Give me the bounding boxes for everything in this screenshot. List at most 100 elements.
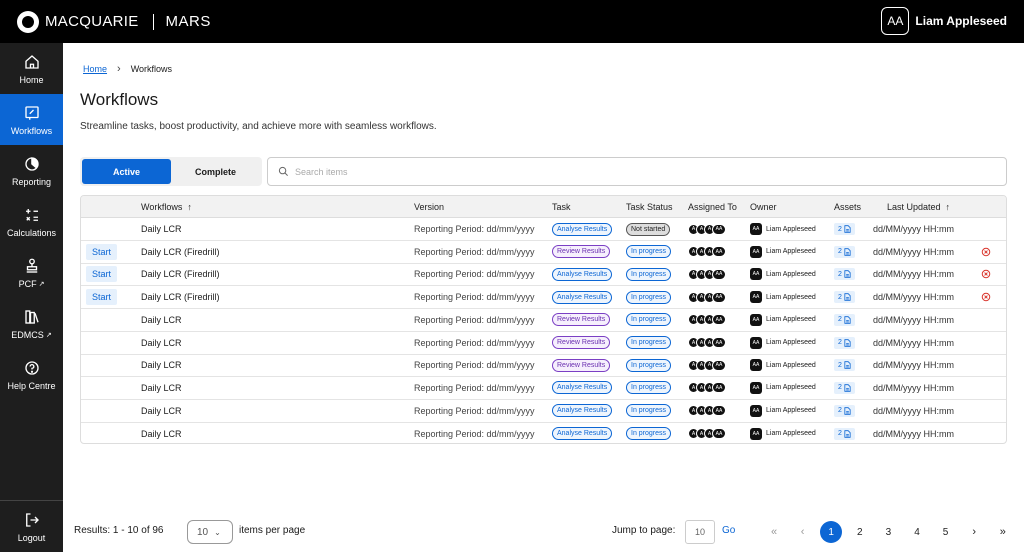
owner-cell: AA Liam Appleseed	[750, 354, 816, 376]
main-content: Home › Workflows Workflows Streamline ta…	[63, 43, 1024, 552]
assigned-to: A A A AA	[688, 332, 726, 354]
assignee-avatar: AA	[712, 246, 726, 258]
sidebar-item-pcf[interactable]: PCF ↗	[0, 247, 63, 298]
sidebar-item-home[interactable]: Home	[0, 43, 63, 94]
assignee-avatars: A A A AA	[688, 337, 726, 348]
items-per-page-select[interactable]: 10 ⌄	[187, 520, 233, 544]
task-cell: Review Results	[552, 309, 611, 331]
assets-cell: 2	[834, 422, 855, 443]
assignee-avatars: A A A AA	[688, 428, 726, 440]
next-page-icon[interactable]: ›	[963, 521, 985, 543]
table-row[interactable]: Daily LCR Reporting Period: dd/mm/yyyy A…	[81, 400, 1006, 423]
assets-link[interactable]: 2	[834, 268, 855, 281]
owner-name: Liam Appleseed	[766, 316, 816, 324]
table-row[interactable]: Start Daily LCR (Firedrill) Reporting Pe…	[81, 286, 1006, 310]
task-badge: Review Results	[552, 313, 611, 327]
table-row[interactable]: Start Daily LCR (Firedrill) Reporting Pe…	[81, 241, 1006, 264]
cancel-icon[interactable]	[981, 247, 991, 257]
owner-cell: AA Liam Appleseed	[750, 332, 816, 354]
table-row[interactable]: Start Daily LCR (Firedrill) Reporting Pe…	[81, 263, 1006, 287]
sort-up-icon: ↑	[945, 201, 951, 212]
last-updated: dd/MM/yyyy HH:mm	[873, 337, 954, 348]
jump-to-page-input[interactable]: 10	[685, 520, 715, 544]
owner-avatar: AA	[750, 223, 762, 235]
owner-cell: AA Liam Appleseed	[750, 286, 816, 308]
logout-button[interactable]: Logout	[0, 500, 63, 552]
start-button[interactable]: Start	[86, 266, 118, 283]
workflow-name: Daily LCR	[141, 405, 182, 416]
table-row[interactable]: Daily LCR Reporting Period: dd/mm/yyyy A…	[81, 218, 1006, 241]
document-icon	[844, 430, 851, 438]
task-cell: Analyse Results	[552, 422, 613, 443]
column-header-task-status: Task Status	[626, 201, 673, 212]
breadcrumb-home-link[interactable]: Home	[83, 64, 107, 74]
table-row[interactable]: Daily LCR Reporting Period: dd/mm/yyyy A…	[81, 377, 1006, 400]
assets-count: 2	[838, 316, 842, 324]
assets-link[interactable]: 2	[834, 291, 855, 304]
assets-link[interactable]: 2	[834, 245, 855, 258]
column-header-workflows[interactable]: Workflows ↑	[141, 196, 192, 217]
assets-link[interactable]: 2	[834, 223, 855, 235]
start-button[interactable]: Start	[86, 289, 118, 306]
page-button[interactable]: 5	[935, 521, 957, 543]
owner-name: Liam Appleseed	[766, 293, 816, 301]
tab-active[interactable]: Active	[82, 159, 171, 184]
last-page-icon[interactable]: »	[992, 521, 1014, 543]
column-header-last-updated[interactable]: Last Updated ↑	[887, 196, 950, 217]
sidebar-item-text: PCF	[18, 278, 37, 289]
table-row[interactable]: Daily LCR Reporting Period: dd/mm/yyyy R…	[81, 354, 1006, 378]
cancel-icon[interactable]	[981, 292, 991, 302]
table-row[interactable]: Daily LCR Reporting Period: dd/mm/yyyy R…	[81, 332, 1006, 355]
assets-cell: 2	[834, 309, 855, 331]
prev-page-icon[interactable]: ‹	[792, 521, 814, 543]
books-icon	[23, 308, 41, 326]
task-cell: Review Results	[552, 332, 611, 354]
search-input[interactable]	[295, 166, 895, 177]
sidebar-item-help-centre[interactable]: Help Centre	[0, 349, 63, 400]
assets-cell: 2	[834, 263, 855, 285]
assets-link[interactable]: 2	[834, 427, 855, 440]
workflow-version: Reporting Period: dd/mm/yyyy	[414, 405, 535, 416]
assets-link[interactable]: 2	[834, 336, 855, 349]
table-row[interactable]: Daily LCR Reporting Period: dd/mm/yyyy A…	[81, 422, 1006, 443]
assets-link[interactable]: 2	[834, 313, 855, 326]
assets-link[interactable]: 2	[834, 381, 855, 394]
page-button[interactable]: 3	[877, 521, 899, 543]
page-button[interactable]: 2	[849, 521, 871, 543]
cancel-icon[interactable]	[981, 269, 991, 279]
items-per-page-value: 10	[197, 526, 209, 538]
assets-count: 2	[838, 248, 842, 256]
brand[interactable]: MACQUARIE MARS	[17, 10, 211, 33]
cancel-cell	[981, 263, 991, 285]
sidebar-item-reporting[interactable]: Reporting	[0, 145, 63, 196]
sidebar-item-workflows[interactable]: Workflows	[0, 94, 63, 145]
owner-avatar: AA	[750, 313, 762, 326]
user-avatar: AA	[881, 7, 910, 35]
first-page-icon[interactable]: «	[763, 521, 785, 543]
sidebar-item-calculations[interactable]: Calculations	[0, 196, 63, 247]
status-cell: In progress	[626, 377, 672, 399]
table-row[interactable]: Daily LCR Reporting Period: dd/mm/yyyy R…	[81, 309, 1006, 332]
start-button[interactable]: Start	[86, 243, 118, 260]
go-button[interactable]: Go	[722, 525, 735, 536]
owner-avatar: AA	[750, 359, 762, 372]
owner-avatar: AA	[750, 268, 762, 281]
chevron-down-icon: ⌄	[214, 527, 221, 537]
assets-link[interactable]: 2	[834, 404, 855, 417]
document-icon	[844, 270, 851, 279]
column-header-task: Task	[552, 201, 571, 212]
assets-link[interactable]: 2	[834, 359, 855, 372]
sidebar-item-edmcs[interactable]: EDMCS ↗	[0, 298, 63, 349]
task-cell: Analyse Results	[552, 286, 613, 308]
cancel-cell	[981, 241, 991, 263]
assets-count: 2	[838, 293, 842, 301]
user-menu[interactable]: AA Liam Appleseed	[881, 7, 1007, 35]
sidebar-item-label: Help Centre	[7, 380, 56, 391]
status-badge: In progress	[626, 427, 672, 441]
tab-complete[interactable]: Complete	[171, 159, 260, 184]
status-badge: In progress	[626, 381, 672, 395]
page-button[interactable]: 1	[820, 521, 843, 543]
page-button[interactable]: 4	[906, 521, 928, 543]
task-badge: Analyse Results	[552, 381, 613, 395]
workflow-version: Reporting Period: dd/mm/yyyy	[414, 269, 535, 280]
